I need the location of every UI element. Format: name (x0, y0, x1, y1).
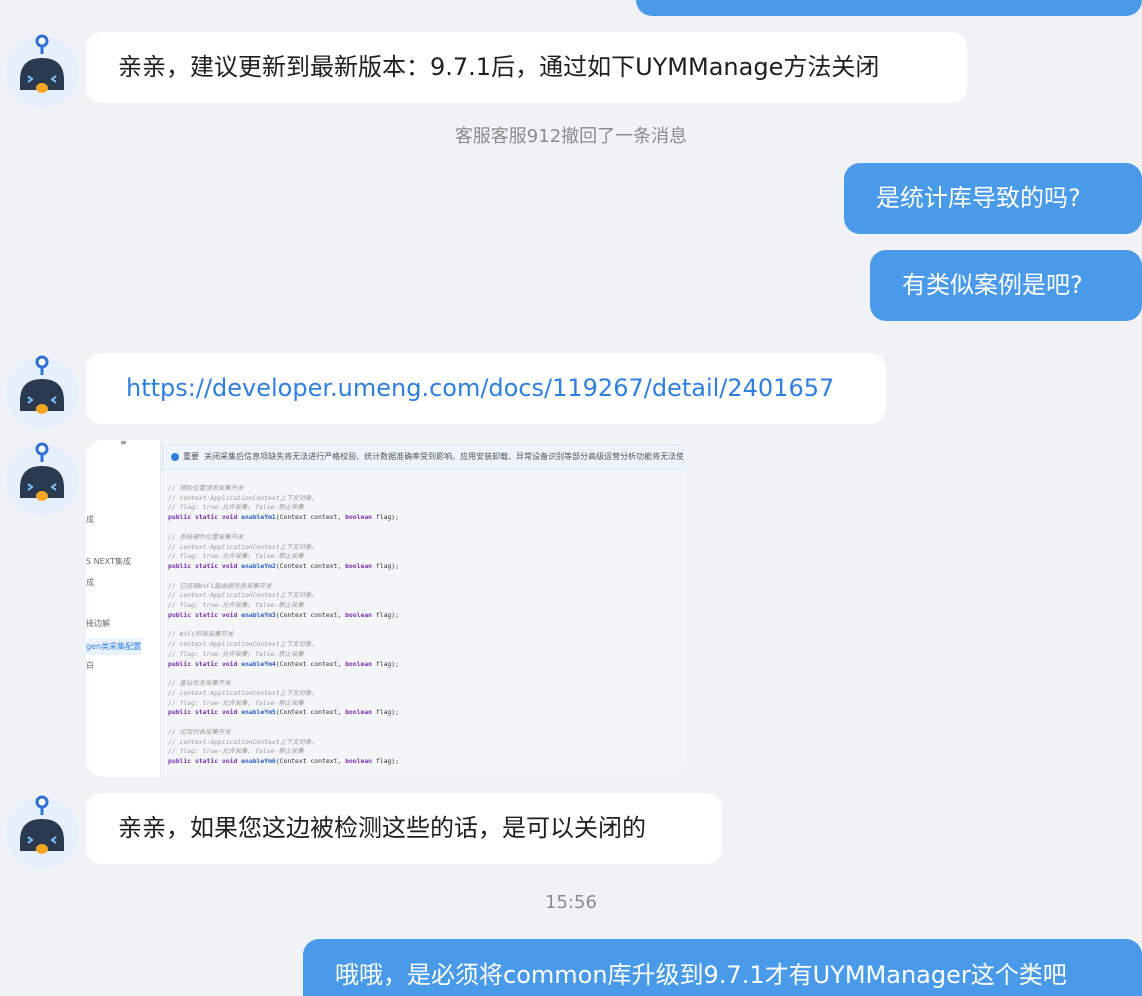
code-comment: // 已连接WiFi路由器信息采集开关 (168, 581, 272, 590)
code-function-name: enableYm6 (241, 757, 276, 766)
image-banner-label: 重要 (183, 452, 199, 461)
code-signature: public static void enableYm4(Context con… (168, 659, 399, 668)
message-text: 哦哦，是必须将common库升级到9.7.1才有UYMManager这个类吧 (335, 961, 1067, 989)
image-sidebar-item: S NEXT集成 (86, 557, 131, 566)
code-comment: // context:ApplicationContext上下文对象。 (168, 591, 318, 600)
code-section: // 已连接WiFi路由器信息采集开关 // context:Applicati… (168, 582, 678, 621)
info-icon (171, 452, 179, 461)
screenshot-image-message[interactable]: ≡ 成 S NEXT集成 成 接边解 gen类采集配置 白 重要 关闭采集后信息… (86, 440, 686, 777)
code-signature: public static void enableYm2(Context con… (168, 561, 399, 570)
code-section: // 应用列表采集开关 // context:ApplicationContex… (168, 728, 678, 767)
code-comment: // 辅助位置请求采集开关 (168, 484, 244, 492)
code-section: // WiFi列表采集开关 // context:ApplicationCont… (168, 630, 678, 669)
image-sidebar-item: ≡ (120, 440, 127, 447)
code-function-name: enableYm2 (241, 561, 276, 570)
image-warning-banner: 重要 关闭采集后信息项缺失将无法进行严格校验、统计数据准确率受到影响、应用安装卸… (162, 444, 684, 470)
code-comment: // flag: true-允许采集; false-禁止采集 (168, 698, 304, 707)
code-section: // 基站信息采集开关 // context:ApplicationContex… (168, 679, 678, 718)
code-function-name: enableYm4 (241, 659, 276, 668)
code-comment: // flag: true-允许采集; false-禁止采集 (168, 747, 304, 756)
code-comment: // context:ApplicationContext上下文对象。 (168, 493, 318, 502)
image-sidebar-item: 白 (86, 661, 94, 670)
code-comment: // 应用列表采集开关 (168, 728, 231, 737)
image-sidebar-item: 接边解 (86, 619, 110, 628)
robot-avatar-icon[interactable] (6, 793, 78, 873)
code-comment: // context:ApplicationContext上下文对象。 (168, 640, 318, 649)
doc-link[interactable]: https://developer.umeng.com/docs/119267/… (126, 374, 834, 402)
image-sidebar-item: 成 (86, 578, 94, 587)
image-banner-text: 关闭采集后信息项缺失将无法进行严格校验、统计数据准确率受到影响、应用安装卸载、异… (204, 452, 684, 461)
code-comment: // flag: true-允许采集; false-禁止采集 (168, 649, 304, 658)
message-text: 亲亲，建议更新到最新版本：9.7.1后，通过如下UYMManage方法关闭 (118, 53, 880, 81)
code-comment: // 系统硬件位置采集开关 (168, 532, 244, 541)
image-sidebar-item-active: gen类采集配置 (86, 638, 142, 655)
message-text: 亲亲，如果您这边被检测这些的话，是可以关闭的 (118, 814, 646, 842)
previous-message-bubble[interactable] (636, 0, 1142, 16)
code-comment: // flag: true-允许采集; false-禁止采集 (168, 601, 304, 610)
code-comment: // context:ApplicationContext上下文对象。 (168, 542, 318, 551)
message-text: 是统计库导致的吗? (876, 184, 1081, 212)
code-section: // 系统硬件位置采集开关 // context:ApplicationCont… (168, 533, 678, 572)
code-comment: // flag: true-允许采集; false-禁止采集 (168, 503, 304, 512)
code-comment: // context:ApplicationContext上下文对象。 (168, 737, 318, 746)
message-text: 有类似案例是吧? (902, 271, 1083, 299)
user-message-bubble[interactable]: 哦哦，是必须将common库升级到9.7.1才有UYMManager这个类吧 (303, 939, 1142, 996)
code-comment: // context:ApplicationContext上下文对象。 (168, 688, 318, 697)
image-doc-sidebar: ≡ 成 S NEXT集成 成 接边解 gen类采集配置 白 (86, 440, 161, 777)
robot-avatar-icon[interactable] (6, 32, 78, 112)
code-function-name: enableYm1 (241, 513, 276, 522)
code-signature: public static void enableYm1(Context con… (168, 513, 399, 522)
code-signature: public static void enableYm5(Context con… (168, 708, 399, 717)
user-message-bubble[interactable]: 有类似案例是吧? (870, 250, 1142, 321)
image-code-block: // 辅助位置请求采集开关 // context:ApplicationCont… (168, 484, 678, 777)
user-message-bubble[interactable]: 是统计库导致的吗? (844, 163, 1142, 234)
agent-link-bubble[interactable]: https://developer.umeng.com/docs/119267/… (86, 353, 886, 424)
image-sidebar-item: 成 (86, 515, 94, 524)
agent-message-bubble[interactable]: 亲亲，如果您这边被检测这些的话，是可以关闭的 (86, 793, 722, 864)
robot-avatar-icon[interactable] (6, 353, 78, 433)
code-comment: // 基站信息采集开关 (168, 679, 231, 688)
robot-avatar-icon[interactable] (6, 440, 78, 520)
timestamp: 15:56 (545, 892, 597, 913)
recall-notice: 客服客服912撤回了一条消息 (454, 126, 688, 147)
code-section: // 辅助位置请求采集开关 // context:ApplicationCont… (168, 484, 678, 523)
agent-message-bubble[interactable]: 亲亲，建议更新到最新版本：9.7.1后，通过如下UYMManage方法关闭 (86, 32, 967, 103)
chat-window: 亲亲，建议更新到最新版本：9.7.1后，通过如下UYMManage方法关闭 客服… (0, 0, 1142, 996)
code-function-name: enableYm3 (241, 610, 276, 619)
code-function-name: enableYm5 (241, 708, 276, 717)
code-signature: public static void enableYm3(Context con… (168, 610, 399, 619)
code-signature: public static void enableYm6(Context con… (168, 757, 399, 766)
code-comment: // WiFi列表采集开关 (168, 630, 234, 639)
code-comment: // flag: true-允许采集; false-禁止采集 (168, 552, 304, 561)
